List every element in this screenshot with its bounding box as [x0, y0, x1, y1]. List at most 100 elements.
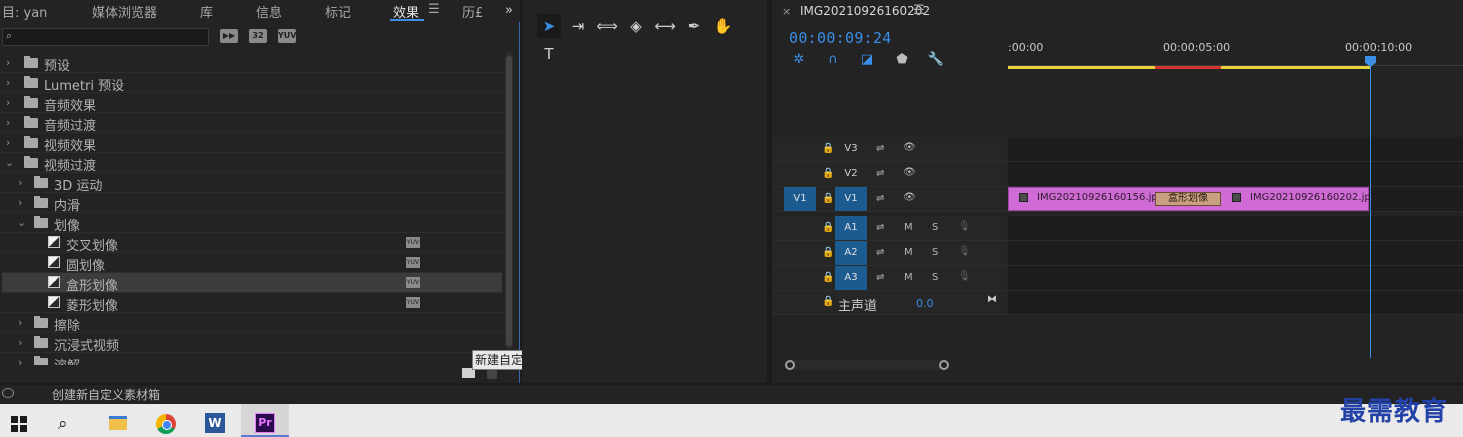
hand-tool[interactable]: ✋: [711, 14, 735, 38]
snap-insert-icon[interactable]: ✲: [790, 52, 808, 67]
time-ruler[interactable]: [1008, 58, 1463, 66]
chevron-right-icon[interactable]: ›: [18, 316, 22, 329]
sync-lock-icon[interactable]: ⇌: [876, 168, 884, 179]
mute-button[interactable]: M: [904, 247, 913, 258]
sync-lock-icon[interactable]: ⇌: [876, 272, 884, 283]
list-item[interactable]: › 音频过渡: [2, 113, 502, 134]
track-content[interactable]: [1008, 291, 1463, 314]
mute-button[interactable]: M: [904, 272, 913, 283]
lock-icon[interactable]: 🔒: [822, 297, 834, 307]
eye-icon[interactable]: 👁: [903, 192, 916, 203]
list-item[interactable]: › 3D 运动: [2, 173, 502, 194]
search-input[interactable]: ⌕: [2, 28, 209, 46]
list-item[interactable]: ⌄ 划像: [2, 213, 502, 234]
pen-tool[interactable]: ✒: [682, 14, 706, 38]
chevron-right-icon[interactable]: ›: [18, 196, 22, 209]
playhead-timecode[interactable]: 00:00:09:24: [789, 29, 892, 47]
sync-lock-icon[interactable]: ⇌: [876, 193, 884, 204]
search-icon[interactable]: ⌕: [58, 414, 68, 434]
chevron-right-icon[interactable]: ›: [6, 56, 10, 69]
track-content[interactable]: [1008, 216, 1463, 240]
solo-button[interactable]: S: [932, 272, 938, 283]
solo-button[interactable]: S: [932, 247, 938, 258]
list-item[interactable]: › 预设: [2, 53, 502, 74]
sync-lock-icon[interactable]: ⇌: [876, 247, 884, 258]
lock-icon[interactable]: 🔒: [822, 194, 834, 204]
tab-project[interactable]: 目: yan: [2, 2, 47, 21]
list-item[interactable]: › 擦除: [2, 313, 502, 334]
list-item[interactable]: › Lumetri 预设: [2, 73, 502, 94]
chevron-down-icon[interactable]: ⌄: [17, 216, 26, 229]
eye-icon[interactable]: 👁: [903, 142, 916, 153]
track-target-v3[interactable]: V3: [835, 137, 867, 161]
sync-lock-icon[interactable]: ⇌: [876, 222, 884, 233]
list-item[interactable]: › 沉浸式视频: [2, 333, 502, 354]
accelerated-effects-icon[interactable]: ▶▶: [220, 29, 238, 43]
chevron-right-icon[interactable]: ›: [18, 356, 22, 365]
hamburger-icon[interactable]: ☰: [913, 3, 925, 18]
premiere-icon[interactable]: Pr: [255, 413, 275, 433]
track-content[interactable]: [1008, 266, 1463, 290]
32-bit-icon[interactable]: 32: [249, 29, 267, 43]
type-tool[interactable]: T: [537, 42, 561, 66]
hamburger-icon[interactable]: ☰: [428, 2, 440, 17]
linked-selection-icon[interactable]: ◪: [858, 52, 876, 67]
list-item[interactable]: ⌄ 视频过渡: [2, 153, 502, 174]
ripple-edit-tool[interactable]: ⟺: [595, 14, 619, 38]
chrome-icon[interactable]: [156, 414, 176, 434]
chevron-down-icon[interactable]: ⌄: [5, 156, 14, 169]
eye-icon[interactable]: 👁: [903, 167, 916, 178]
scrollbar-thumb[interactable]: [506, 56, 512, 346]
track-content[interactable]: [1008, 137, 1463, 161]
tab-history[interactable]: 历£: [462, 2, 483, 21]
lock-icon[interactable]: 🔒: [822, 169, 834, 179]
chevron-right-icon[interactable]: ›: [6, 96, 10, 109]
track-target-a3[interactable]: A3: [835, 266, 867, 290]
chevron-right-icon[interactable]: ›: [18, 176, 22, 189]
chevron-right-icon[interactable]: ›: [6, 76, 10, 89]
track-target-a1[interactable]: A1: [835, 216, 867, 240]
transition-clip[interactable]: 盒形划像: [1155, 192, 1221, 206]
lock-icon[interactable]: 🔒: [822, 248, 834, 258]
mute-button[interactable]: M: [904, 222, 913, 233]
track-target-v1[interactable]: V1: [835, 187, 867, 211]
microphone-icon[interactable]: 🎙: [958, 246, 971, 257]
tab-markers[interactable]: 标记: [325, 2, 351, 21]
list-item[interactable]: 圆划像 YUV: [2, 253, 502, 274]
track-select-tool[interactable]: ⇥: [566, 14, 590, 38]
scroll-handle-left[interactable]: [785, 360, 795, 370]
chevron-right-icon[interactable]: ›: [6, 136, 10, 149]
lock-icon[interactable]: 🔒: [822, 223, 834, 233]
list-item[interactable]: 交叉划像 YUV: [2, 233, 502, 254]
slip-tool[interactable]: ⟷: [653, 14, 677, 38]
source-patch-v1[interactable]: V1: [784, 187, 816, 211]
track-content[interactable]: [1008, 241, 1463, 265]
close-icon[interactable]: ×: [782, 5, 791, 18]
microphone-icon[interactable]: 🎙: [958, 271, 971, 282]
chevron-right-icon[interactable]: ›: [6, 116, 10, 129]
list-item[interactable]: › 内滑: [2, 193, 502, 214]
track-target-v2[interactable]: V2: [835, 162, 867, 186]
magnet-icon[interactable]: ∩: [824, 52, 842, 67]
folder-icon[interactable]: [109, 416, 127, 430]
tab-info[interactable]: 信息: [256, 2, 282, 21]
marker-icon[interactable]: ⬟: [893, 52, 911, 67]
clip[interactable]: IMG20210926160156.jpg: [1008, 187, 1164, 211]
timeline-zoom-scrollbar[interactable]: [786, 360, 948, 370]
solo-button[interactable]: S: [932, 222, 938, 233]
yuv-icon[interactable]: YUV: [278, 29, 296, 43]
tab-libraries[interactable]: 库: [200, 2, 213, 21]
sequence-tab[interactable]: IMG20210926160202: [800, 4, 930, 18]
lock-icon[interactable]: 🔒: [822, 144, 834, 154]
selection-tool[interactable]: ➤: [537, 14, 561, 38]
scroll-handle-right[interactable]: [939, 360, 949, 370]
list-item-selected[interactable]: 盒形划像 YUV: [2, 273, 502, 294]
list-item[interactable]: › 视频效果: [2, 133, 502, 154]
list-item[interactable]: › 音频效果: [2, 93, 502, 114]
chevron-right-icon[interactable]: ›: [18, 336, 22, 349]
list-item[interactable]: › 溶解: [2, 353, 502, 365]
master-volume-value[interactable]: 0.0: [916, 297, 934, 310]
clip[interactable]: IMG20210926160202.jpg: [1221, 187, 1377, 211]
lock-icon[interactable]: 🔒: [822, 273, 834, 283]
track-content[interactable]: [1008, 162, 1463, 186]
